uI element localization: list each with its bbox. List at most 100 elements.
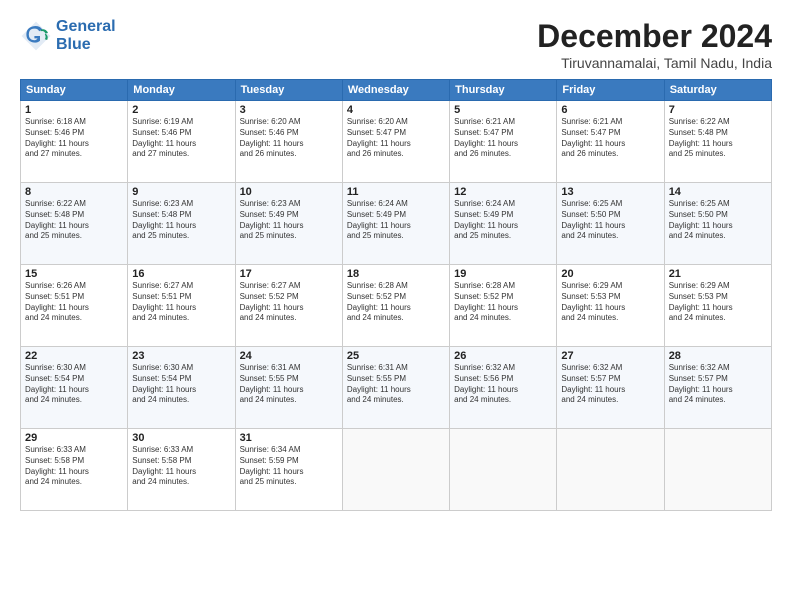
day-number: 13	[561, 186, 659, 198]
calendar-cell: 28Sunrise: 6:32 AM Sunset: 5:57 PM Dayli…	[664, 347, 771, 429]
day-number: 2	[132, 104, 230, 116]
calendar-cell: 1Sunrise: 6:18 AM Sunset: 5:46 PM Daylig…	[21, 101, 128, 183]
calendar-cell: 13Sunrise: 6:25 AM Sunset: 5:50 PM Dayli…	[557, 183, 664, 265]
calendar-cell: 29Sunrise: 6:33 AM Sunset: 5:58 PM Dayli…	[21, 429, 128, 511]
calendar-cell: 3Sunrise: 6:20 AM Sunset: 5:46 PM Daylig…	[235, 101, 342, 183]
calendar-cell: 16Sunrise: 6:27 AM Sunset: 5:51 PM Dayli…	[128, 265, 235, 347]
calendar-cell: 6Sunrise: 6:21 AM Sunset: 5:47 PM Daylig…	[557, 101, 664, 183]
day-number: 22	[25, 350, 123, 362]
col-saturday: Saturday	[664, 80, 771, 101]
day-number: 24	[240, 350, 338, 362]
calendar-cell	[342, 429, 449, 511]
calendar-cell: 30Sunrise: 6:33 AM Sunset: 5:58 PM Dayli…	[128, 429, 235, 511]
day-number: 4	[347, 104, 445, 116]
day-number: 25	[347, 350, 445, 362]
title-block: December 2024 Tiruvannamalai, Tamil Nadu…	[537, 18, 772, 71]
logo-text: General Blue	[56, 18, 116, 53]
calendar-cell	[557, 429, 664, 511]
day-info: Sunrise: 6:21 AM Sunset: 5:47 PM Dayligh…	[454, 117, 552, 160]
calendar-week-2: 8Sunrise: 6:22 AM Sunset: 5:48 PM Daylig…	[21, 183, 772, 265]
calendar-cell: 18Sunrise: 6:28 AM Sunset: 5:52 PM Dayli…	[342, 265, 449, 347]
calendar-cell: 19Sunrise: 6:28 AM Sunset: 5:52 PM Dayli…	[450, 265, 557, 347]
day-number: 29	[25, 432, 123, 444]
logo: General Blue	[20, 18, 116, 53]
day-info: Sunrise: 6:23 AM Sunset: 5:49 PM Dayligh…	[240, 199, 338, 242]
day-number: 23	[132, 350, 230, 362]
day-info: Sunrise: 6:25 AM Sunset: 5:50 PM Dayligh…	[561, 199, 659, 242]
day-number: 20	[561, 268, 659, 280]
calendar-cell: 31Sunrise: 6:34 AM Sunset: 5:59 PM Dayli…	[235, 429, 342, 511]
day-info: Sunrise: 6:32 AM Sunset: 5:57 PM Dayligh…	[561, 363, 659, 406]
subtitle: Tiruvannamalai, Tamil Nadu, India	[537, 55, 772, 71]
day-number: 27	[561, 350, 659, 362]
calendar-cell: 25Sunrise: 6:31 AM Sunset: 5:55 PM Dayli…	[342, 347, 449, 429]
calendar-cell: 4Sunrise: 6:20 AM Sunset: 5:47 PM Daylig…	[342, 101, 449, 183]
day-info: Sunrise: 6:18 AM Sunset: 5:46 PM Dayligh…	[25, 117, 123, 160]
day-info: Sunrise: 6:19 AM Sunset: 5:46 PM Dayligh…	[132, 117, 230, 160]
day-info: Sunrise: 6:29 AM Sunset: 5:53 PM Dayligh…	[669, 281, 767, 324]
col-wednesday: Wednesday	[342, 80, 449, 101]
day-number: 7	[669, 104, 767, 116]
day-number: 3	[240, 104, 338, 116]
header: General Blue December 2024 Tiruvannamala…	[20, 18, 772, 71]
calendar-cell: 23Sunrise: 6:30 AM Sunset: 5:54 PM Dayli…	[128, 347, 235, 429]
day-info: Sunrise: 6:30 AM Sunset: 5:54 PM Dayligh…	[132, 363, 230, 406]
day-number: 26	[454, 350, 552, 362]
day-number: 17	[240, 268, 338, 280]
calendar-cell: 9Sunrise: 6:23 AM Sunset: 5:48 PM Daylig…	[128, 183, 235, 265]
day-info: Sunrise: 6:24 AM Sunset: 5:49 PM Dayligh…	[347, 199, 445, 242]
calendar-cell: 17Sunrise: 6:27 AM Sunset: 5:52 PM Dayli…	[235, 265, 342, 347]
day-info: Sunrise: 6:27 AM Sunset: 5:51 PM Dayligh…	[132, 281, 230, 324]
day-number: 6	[561, 104, 659, 116]
col-thursday: Thursday	[450, 80, 557, 101]
calendar-week-5: 29Sunrise: 6:33 AM Sunset: 5:58 PM Dayli…	[21, 429, 772, 511]
day-info: Sunrise: 6:30 AM Sunset: 5:54 PM Dayligh…	[25, 363, 123, 406]
day-info: Sunrise: 6:31 AM Sunset: 5:55 PM Dayligh…	[240, 363, 338, 406]
day-info: Sunrise: 6:26 AM Sunset: 5:51 PM Dayligh…	[25, 281, 123, 324]
calendar-cell: 2Sunrise: 6:19 AM Sunset: 5:46 PM Daylig…	[128, 101, 235, 183]
day-info: Sunrise: 6:27 AM Sunset: 5:52 PM Dayligh…	[240, 281, 338, 324]
calendar-cell: 15Sunrise: 6:26 AM Sunset: 5:51 PM Dayli…	[21, 265, 128, 347]
calendar-week-3: 15Sunrise: 6:26 AM Sunset: 5:51 PM Dayli…	[21, 265, 772, 347]
calendar-cell: 26Sunrise: 6:32 AM Sunset: 5:56 PM Dayli…	[450, 347, 557, 429]
day-number: 28	[669, 350, 767, 362]
day-number: 5	[454, 104, 552, 116]
day-info: Sunrise: 6:20 AM Sunset: 5:46 PM Dayligh…	[240, 117, 338, 160]
calendar-table: Sunday Monday Tuesday Wednesday Thursday…	[20, 79, 772, 511]
day-info: Sunrise: 6:33 AM Sunset: 5:58 PM Dayligh…	[25, 445, 123, 488]
day-info: Sunrise: 6:34 AM Sunset: 5:59 PM Dayligh…	[240, 445, 338, 488]
day-number: 11	[347, 186, 445, 198]
day-info: Sunrise: 6:28 AM Sunset: 5:52 PM Dayligh…	[347, 281, 445, 324]
calendar-cell: 27Sunrise: 6:32 AM Sunset: 5:57 PM Dayli…	[557, 347, 664, 429]
logo-line1: General	[56, 18, 116, 36]
col-monday: Monday	[128, 80, 235, 101]
day-number: 30	[132, 432, 230, 444]
calendar-cell: 10Sunrise: 6:23 AM Sunset: 5:49 PM Dayli…	[235, 183, 342, 265]
calendar-cell: 22Sunrise: 6:30 AM Sunset: 5:54 PM Dayli…	[21, 347, 128, 429]
day-info: Sunrise: 6:28 AM Sunset: 5:52 PM Dayligh…	[454, 281, 552, 324]
col-friday: Friday	[557, 80, 664, 101]
calendar-cell: 20Sunrise: 6:29 AM Sunset: 5:53 PM Dayli…	[557, 265, 664, 347]
logo-line2: Blue	[56, 36, 116, 54]
day-number: 8	[25, 186, 123, 198]
day-number: 18	[347, 268, 445, 280]
day-info: Sunrise: 6:24 AM Sunset: 5:49 PM Dayligh…	[454, 199, 552, 242]
calendar-cell: 5Sunrise: 6:21 AM Sunset: 5:47 PM Daylig…	[450, 101, 557, 183]
day-number: 15	[25, 268, 123, 280]
month-title: December 2024	[537, 18, 772, 55]
day-number: 19	[454, 268, 552, 280]
calendar-week-1: 1Sunrise: 6:18 AM Sunset: 5:46 PM Daylig…	[21, 101, 772, 183]
calendar-cell: 21Sunrise: 6:29 AM Sunset: 5:53 PM Dayli…	[664, 265, 771, 347]
calendar-cell: 24Sunrise: 6:31 AM Sunset: 5:55 PM Dayli…	[235, 347, 342, 429]
page: General Blue December 2024 Tiruvannamala…	[0, 0, 792, 612]
day-info: Sunrise: 6:31 AM Sunset: 5:55 PM Dayligh…	[347, 363, 445, 406]
day-number: 10	[240, 186, 338, 198]
day-info: Sunrise: 6:33 AM Sunset: 5:58 PM Dayligh…	[132, 445, 230, 488]
calendar-cell	[664, 429, 771, 511]
day-number: 9	[132, 186, 230, 198]
calendar-header-row: Sunday Monday Tuesday Wednesday Thursday…	[21, 80, 772, 101]
day-number: 31	[240, 432, 338, 444]
day-number: 16	[132, 268, 230, 280]
calendar-cell	[450, 429, 557, 511]
day-info: Sunrise: 6:22 AM Sunset: 5:48 PM Dayligh…	[25, 199, 123, 242]
